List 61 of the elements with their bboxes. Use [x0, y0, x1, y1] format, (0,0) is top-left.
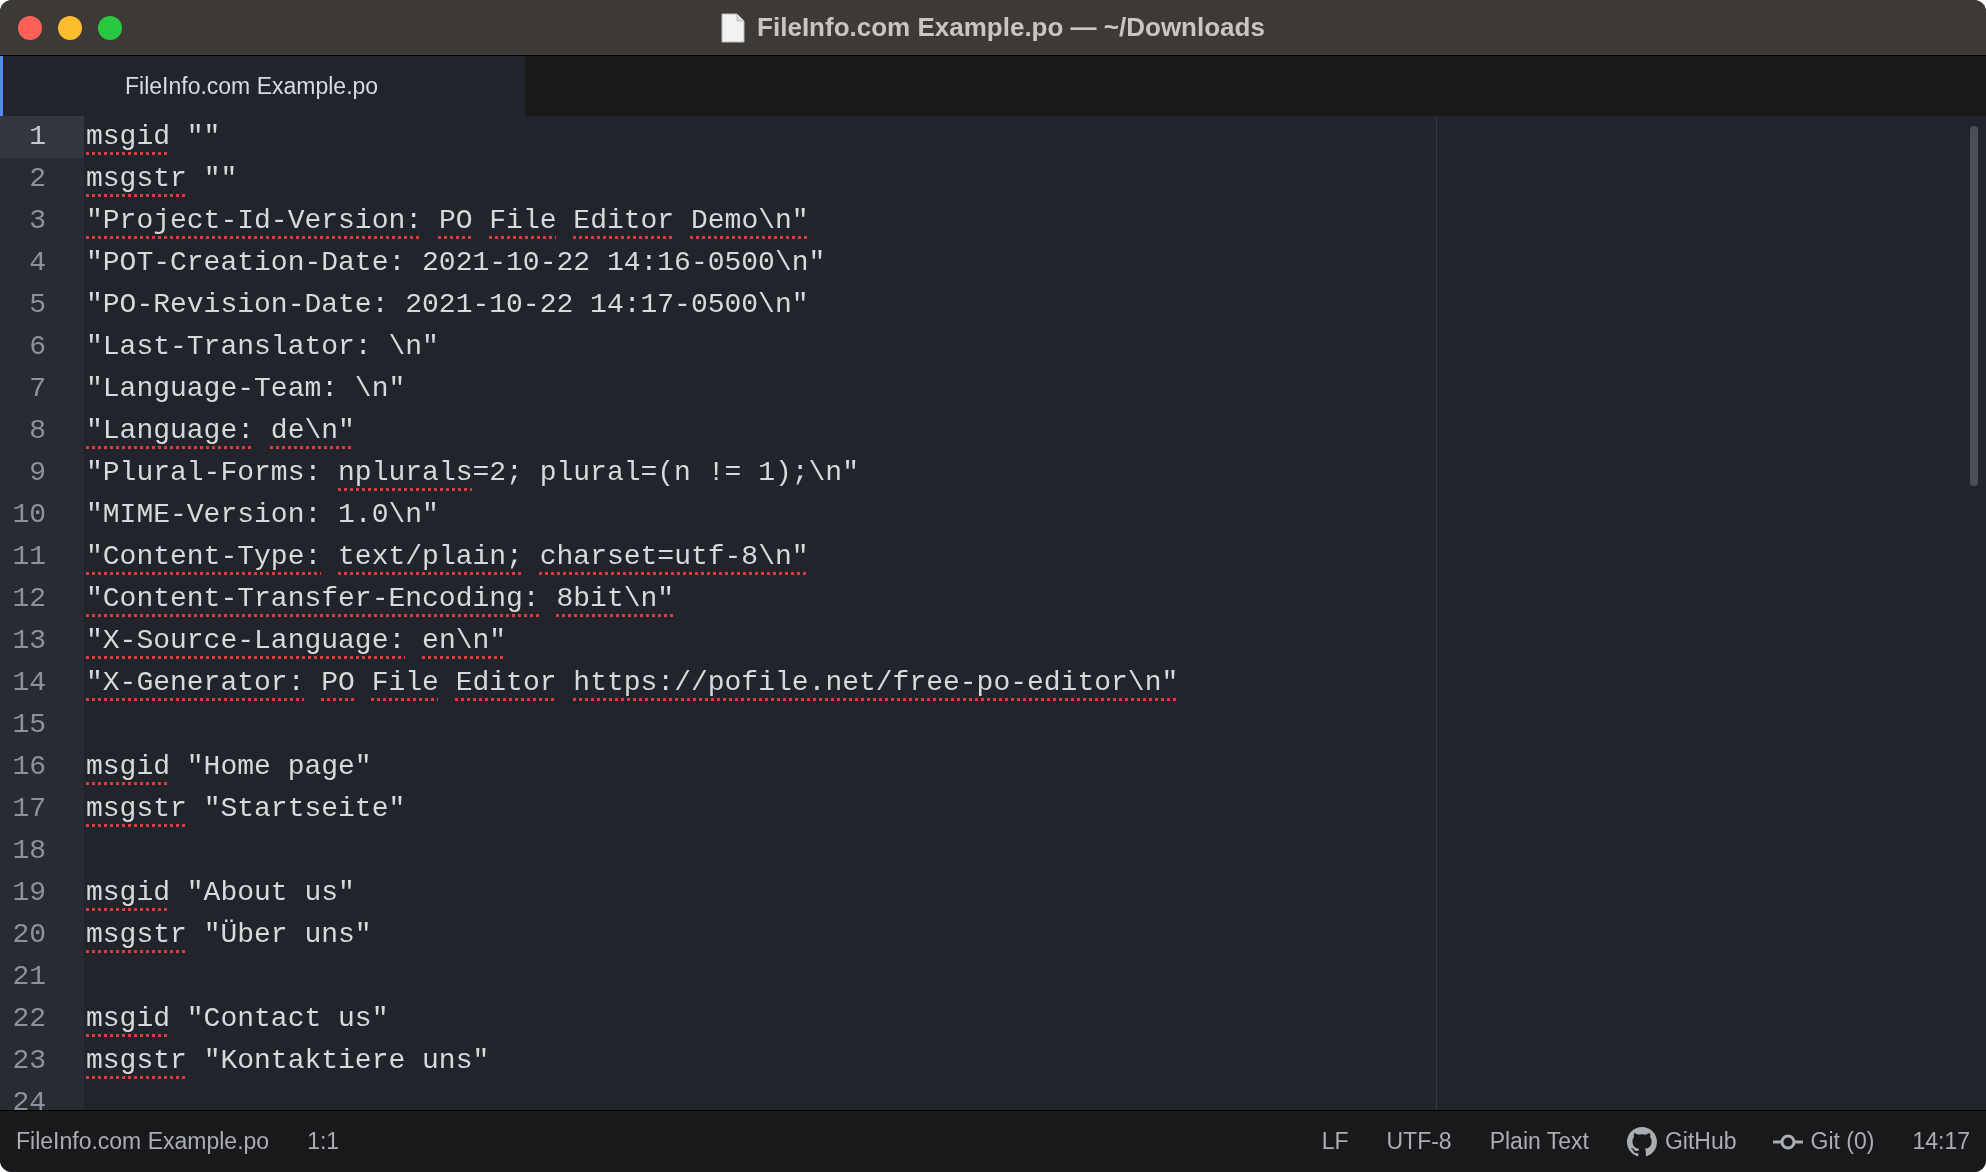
- window-title: FileInfo.com Example.po — ~/Downloads: [757, 11, 1265, 44]
- line-number: 11: [0, 536, 84, 578]
- line-number: 4: [0, 242, 84, 284]
- code-line: "Content-Transfer-Encoding: 8bit\n": [85, 582, 675, 616]
- status-file-name[interactable]: FileInfo.com Example.po: [16, 1124, 270, 1159]
- grammar[interactable]: Plain Text: [1489, 1124, 1589, 1159]
- code-line: "X-Source-Language: en\n": [85, 624, 507, 658]
- line-number: 14: [0, 662, 84, 704]
- close-button[interactable]: [18, 16, 42, 40]
- line-number: 16: [0, 746, 84, 788]
- github-icon[interactable]: [1626, 1126, 1657, 1157]
- code-line: msgid "About us": [85, 876, 355, 910]
- git-label[interactable]: Git (0): [1810, 1124, 1875, 1159]
- code-line: "X-Generator: PO File Editor https://pofile.net/free-po-editor\n": [85, 666, 1179, 700]
- code-line: "Project-Id-Version: PO File Editor Demo\n": [85, 204, 809, 238]
- code-line: msgid "Contact us": [85, 1002, 389, 1036]
- scrollbar-thumb[interactable]: [1970, 126, 1978, 486]
- code-line: "MIME-Version: 1.0\n": [85, 498, 439, 532]
- line-number: 18: [0, 830, 84, 872]
- minimize-button[interactable]: [58, 16, 82, 40]
- line-number: 21: [0, 956, 84, 998]
- line-number: 6: [0, 326, 84, 368]
- clock-time: 14:17: [1912, 1127, 1970, 1157]
- line-number: 24: [0, 1082, 84, 1110]
- line-number: 1: [0, 116, 84, 158]
- line-number: 5: [0, 284, 84, 326]
- code-line: msgstr "": [85, 162, 238, 196]
- code-line: "Language-Team: \n": [85, 372, 406, 406]
- code-line: "Language: de\n": [85, 414, 355, 448]
- code-line: "Plural-Forms: nplurals=2; plural=(n != 1);\n": [85, 456, 859, 490]
- github-label[interactable]: GitHub: [1664, 1124, 1737, 1159]
- code-line: "PO-Revision-Date: 2021-10-22 14:17-0500\n": [85, 288, 809, 322]
- line-number: 19: [0, 872, 84, 914]
- line-number: 7: [0, 368, 84, 410]
- document-icon: [721, 12, 746, 43]
- code-line: "POT-Creation-Date: 2021-10-22 14:16-0500\n": [85, 246, 826, 280]
- code-line: msgstr "Über uns": [85, 918, 372, 952]
- encoding[interactable]: UTF-8: [1386, 1124, 1452, 1159]
- line-number: 20: [0, 914, 84, 956]
- code-line: msgid "Home page": [85, 750, 372, 784]
- cursor-position[interactable]: 1:1: [307, 1124, 340, 1159]
- file-tab[interactable]: FileInfo.com Example.po: [0, 56, 525, 116]
- code-line: "Last-Translator: \n": [85, 330, 439, 364]
- line-number: 13: [0, 620, 84, 662]
- code-line: msgid "": [85, 120, 221, 154]
- line-number: 2: [0, 158, 84, 200]
- code-line: msgstr "Startseite": [85, 792, 406, 826]
- zoom-button[interactable]: [98, 16, 122, 40]
- line-number: 10: [0, 494, 84, 536]
- line-number: 12: [0, 578, 84, 620]
- line-number: 9: [0, 452, 84, 494]
- line-number: 8: [0, 410, 84, 452]
- code-line: msgstr "Kontaktiere uns": [85, 1044, 490, 1078]
- line-ending[interactable]: LF: [1321, 1124, 1349, 1159]
- line-number: 22: [0, 998, 84, 1040]
- line-number: 3: [0, 200, 84, 242]
- line-number: 23: [0, 1040, 84, 1082]
- code-line: "Content-Type: text/plain; charset=utf-8\n": [85, 540, 809, 574]
- line-number: 17: [0, 788, 84, 830]
- line-number: 15: [0, 704, 84, 746]
- commit-icon[interactable]: [1772, 1133, 1803, 1150]
